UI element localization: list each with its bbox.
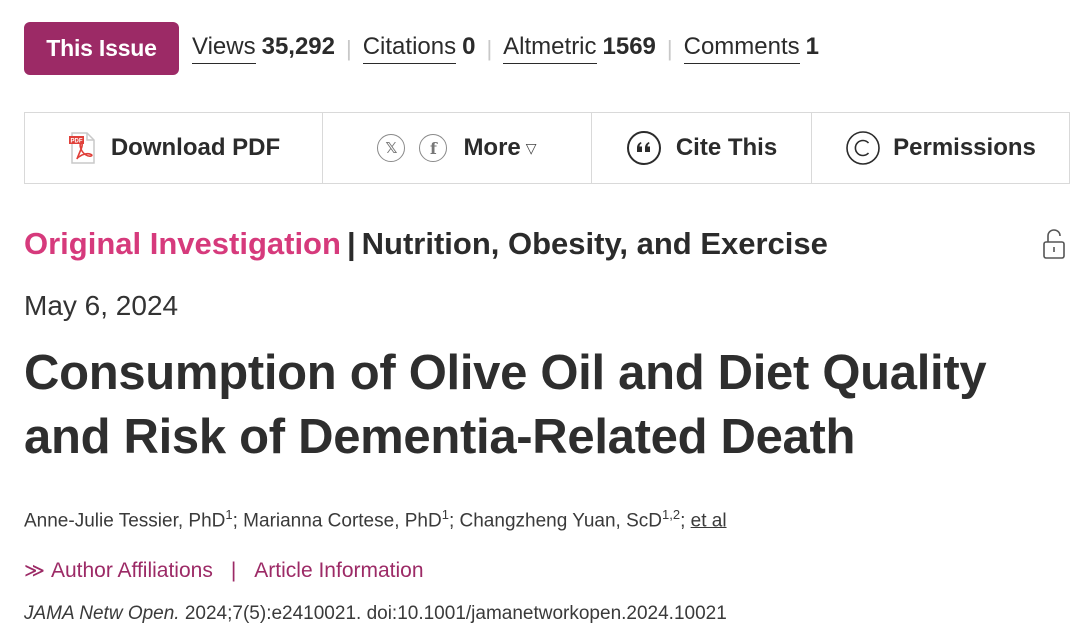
comments-label[interactable]: Comments xyxy=(683,33,800,64)
x-icon[interactable]: 𝕏 xyxy=(377,134,406,162)
article-toolbar: PDF Download PDF 𝕏 f More ▽ Cite This Pe… xyxy=(24,112,1070,184)
download-pdf-label: Download PDF xyxy=(110,134,281,161)
views-metric[interactable]: Views 35,292 xyxy=(192,33,335,64)
author-list: Anne-Julie Tessier, PhD1; Marianna Corte… xyxy=(24,507,727,532)
share-cell: 𝕏 f More ▽ xyxy=(323,113,592,183)
this-issue-button[interactable]: This Issue xyxy=(24,22,179,75)
citation-journal: JAMA Netw Open. xyxy=(24,603,180,624)
more-label: More xyxy=(463,134,521,161)
views-value: 35,292 xyxy=(261,33,335,60)
category-separator: | xyxy=(346,226,356,261)
cite-this-label: Cite This xyxy=(675,134,778,161)
citations-label[interactable]: Citations xyxy=(362,33,457,64)
citation-line: JAMA Netw Open. 2024;7(5):e2410021. doi:… xyxy=(24,603,727,625)
author-affiliations-label: Author Affiliations xyxy=(50,558,213,582)
pdf-icon: PDF xyxy=(67,131,99,165)
divider: | xyxy=(666,35,673,61)
article-title: Consumption of Olive Oil and Diet Qualit… xyxy=(24,346,987,464)
more-button[interactable]: More ▽ xyxy=(461,134,536,162)
article-category: Original Investigation | Nutrition, Obesit… xyxy=(24,226,828,262)
author-affiliations-toggle[interactable]: ≫ Author Affiliations xyxy=(24,558,213,583)
copyright-icon xyxy=(845,130,881,166)
author-affiliation-number: 1 xyxy=(225,507,233,522)
topic-link[interactable]: Nutrition, Obesity, and Exercise xyxy=(362,226,828,261)
author-name[interactable]: Changzheng Yuan, ScD xyxy=(460,510,662,531)
divider: | xyxy=(486,35,493,61)
download-pdf-button[interactable]: PDF Download PDF xyxy=(25,113,323,183)
facebook-icon[interactable]: f xyxy=(419,134,448,162)
cite-this-button[interactable]: Cite This xyxy=(592,113,812,183)
metrics-bar: This Issue Views 35,292 | Citations 0 | … xyxy=(24,22,819,75)
et-al-link[interactable]: et al xyxy=(691,510,727,531)
unlock-icon xyxy=(1042,228,1066,265)
article-type-link[interactable]: Original Investigation xyxy=(24,226,341,261)
comments-value: 1 xyxy=(805,33,820,60)
altmetric-label[interactable]: Altmetric xyxy=(503,33,597,64)
citations-value: 0 xyxy=(462,33,476,60)
chevron-right-icon: ≫ xyxy=(24,560,45,582)
altmetric-value: 1569 xyxy=(602,33,656,60)
article-links-row: ≫ Author Affiliations | Article Informat… xyxy=(24,558,424,583)
author-name[interactable]: Marianna Cortese, PhD xyxy=(243,510,442,531)
divider: | xyxy=(230,558,237,582)
views-label[interactable]: Views xyxy=(192,33,256,64)
article-information-link[interactable]: Article Information xyxy=(254,559,423,583)
caret-down-icon: ▽ xyxy=(525,139,537,156)
author-affiliation-number: 1 xyxy=(441,507,449,522)
comments-metric[interactable]: Comments 1 xyxy=(683,33,820,64)
permissions-label: Permissions xyxy=(893,134,1036,161)
divider: | xyxy=(346,35,352,61)
author-name[interactable]: Anne-Julie Tessier, PhD xyxy=(24,510,225,531)
author-affiliation-number: 1,2 xyxy=(661,507,681,522)
permissions-button[interactable]: Permissions xyxy=(812,113,1069,183)
citations-metric[interactable]: Citations 0 xyxy=(362,33,476,64)
quote-icon xyxy=(626,130,662,166)
citation-details: 2024;7(5):e2410021. doi:10.1001/jamanetw… xyxy=(184,603,727,624)
altmetric-metric[interactable]: Altmetric 1569 xyxy=(503,33,656,64)
publication-date: May 6, 2024 xyxy=(24,290,179,321)
